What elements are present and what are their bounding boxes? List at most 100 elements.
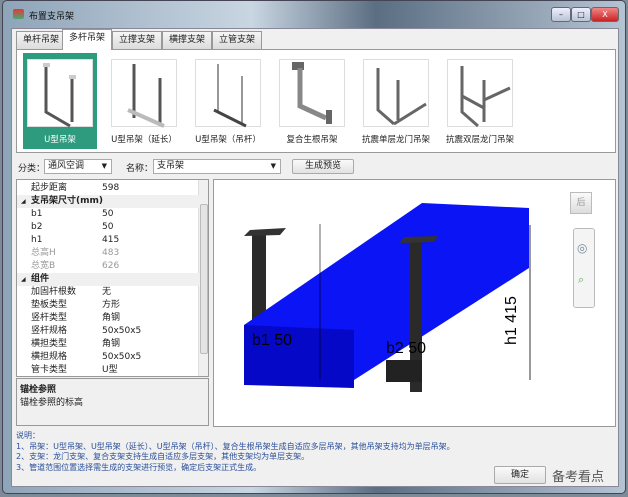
left-plate bbox=[244, 228, 286, 236]
name-select[interactable]: 支吊架 ▼ bbox=[153, 159, 281, 174]
gallery-item-label: 复合生根吊架 bbox=[286, 135, 338, 145]
property-key: 总宽B bbox=[31, 261, 56, 271]
property-scrollbar[interactable] bbox=[198, 180, 208, 376]
property-row[interactable]: 竖杆规格 50x50x5 bbox=[17, 325, 199, 338]
property-row[interactable]: b2 50 bbox=[17, 221, 199, 234]
scrollbar-thumb[interactable] bbox=[200, 204, 208, 354]
property-key: h1 bbox=[31, 235, 43, 245]
gallery-item-label: 抗震双层龙门吊架 bbox=[445, 135, 514, 145]
property-key: 竖杆规格 bbox=[31, 326, 68, 336]
title-bar[interactable]: 布置支吊架 – □ X bbox=[3, 1, 625, 27]
watermark: 备考看点 bbox=[552, 470, 605, 485]
collapse-triangle-icon[interactable]: ◢ bbox=[21, 195, 26, 208]
category-select[interactable]: 通风空调 ▼ bbox=[44, 159, 112, 174]
ok-button[interactable]: 确定 bbox=[494, 466, 546, 484]
preview-scene: b1 50 b2 50 h1 415 bbox=[244, 203, 531, 392]
description-text: 锚栓参照的标高 bbox=[20, 398, 84, 408]
category-label: 分类： bbox=[18, 164, 46, 174]
3d-preview-viewport[interactable]: b1 50 b2 50 h1 415 后 ◎ ⌕ bbox=[213, 179, 616, 427]
dim-h1: h1 415 bbox=[503, 296, 520, 345]
category-value: 通风空调 bbox=[48, 161, 85, 171]
gallery-item-label: U型吊架 bbox=[44, 135, 76, 145]
collapse-triangle-icon[interactable]: ◢ bbox=[21, 273, 26, 286]
window-title: 布置支吊架 bbox=[29, 12, 75, 22]
gallery-item-seismic-single-gantry[interactable]: 抗震单层龙门吊架 bbox=[359, 53, 433, 149]
property-row[interactable]: 总高H 483 bbox=[17, 247, 199, 260]
chevron-down-icon: ▼ bbox=[270, 162, 276, 170]
property-row[interactable]: 总宽B 626 bbox=[17, 260, 199, 273]
gallery-item-label: U型吊架（延长） bbox=[111, 135, 177, 145]
gallery-item-label: 抗震单层龙门吊架 bbox=[361, 135, 430, 145]
property-key: 管卡类型 bbox=[31, 365, 68, 375]
gallery-item-seismic-double-gantry[interactable]: 抗震双层龙门吊架 bbox=[443, 53, 517, 149]
maximize-button[interactable]: □ bbox=[571, 7, 591, 22]
property-value[interactable]: 50x50x5 bbox=[102, 351, 141, 364]
navigation-bar: ◎ ⌕ bbox=[573, 228, 595, 308]
property-value[interactable]: 方形 bbox=[102, 299, 120, 312]
property-row[interactable]: h1 415 bbox=[17, 234, 199, 247]
property-row[interactable]: b1 50 bbox=[17, 208, 199, 221]
dim-b2: b2 50 bbox=[386, 340, 426, 357]
hanger-gallery: U型吊架 U型吊架（延长） U型吊架（吊杆） 复合生根吊架 抗震单层龙门吊架 抗… bbox=[16, 49, 616, 153]
gallery-item-label: U型吊架（吊杆） bbox=[195, 135, 261, 145]
u-hanger-rod-thumbnail bbox=[195, 59, 261, 128]
property-key: 横担规格 bbox=[31, 352, 68, 362]
crossbar bbox=[386, 360, 422, 382]
tab-horizontal-brace[interactable]: 横撑支架 bbox=[162, 31, 213, 49]
property-key: 支吊架尺寸(mm) bbox=[31, 196, 103, 206]
property-row[interactable]: 垫板类型 方形 bbox=[17, 299, 199, 312]
steering-wheel-icon[interactable]: ◎ bbox=[577, 241, 587, 255]
tab-single-rod[interactable]: 单杆吊架 bbox=[16, 31, 67, 49]
property-value[interactable]: 598 bbox=[102, 182, 119, 195]
property-key: 加固杆根数 bbox=[31, 287, 77, 297]
property-value[interactable]: 483 bbox=[102, 247, 119, 260]
close-button[interactable]: X bbox=[591, 7, 619, 22]
gallery-item-u-hanger-rod[interactable]: U型吊架（吊杆） bbox=[191, 53, 265, 149]
name-label: 名称： bbox=[126, 164, 154, 174]
tab-riser-support[interactable]: 立管支架 bbox=[212, 31, 263, 49]
note-line: 2、支架：龙门支架、复合支架支持生成自适应多层支架，其他支架均为单层支架。 bbox=[16, 452, 310, 461]
property-key: 总高H bbox=[31, 248, 56, 258]
property-value[interactable]: 无 bbox=[102, 286, 111, 299]
chevron-down-icon: ▼ bbox=[101, 162, 107, 170]
property-key: 组件 bbox=[31, 274, 50, 284]
dialog-body: 单杆吊架 多杆吊架 立撑支架 横撑支架 立管支架 U型吊架 U型吊架（延长） U… bbox=[11, 28, 619, 487]
property-row[interactable]: 竖杆类型 角钢 bbox=[17, 312, 199, 325]
app-icon bbox=[13, 9, 24, 19]
tab-multi-rod[interactable]: 多杆吊架 bbox=[62, 29, 113, 50]
dim-b1: b1 50 bbox=[252, 332, 292, 349]
property-row[interactable]: 管卡类型 U型 bbox=[17, 364, 199, 376]
property-value[interactable]: 角钢 bbox=[102, 338, 120, 351]
generate-preview-button[interactable]: 生成预览 bbox=[292, 159, 354, 174]
dialog-window: 布置支吊架 – □ X 单杆吊架 多杆吊架 立撑支架 横撑支架 立管支架 U型吊… bbox=[2, 0, 626, 494]
gallery-item-composite-root[interactable]: 复合生根吊架 bbox=[275, 53, 349, 149]
composite-root-thumbnail bbox=[279, 59, 345, 127]
property-row[interactable]: 横担类型 角钢 bbox=[17, 338, 199, 351]
right-plate bbox=[400, 236, 438, 243]
property-row[interactable]: 起步距离 598 bbox=[17, 182, 199, 195]
viewcube[interactable]: 后 bbox=[570, 192, 592, 214]
property-row[interactable]: 加固杆根数 无 bbox=[17, 286, 199, 299]
gallery-item-u-hanger-extended[interactable]: U型吊架（延长） bbox=[107, 53, 181, 149]
property-value[interactable]: 50 bbox=[102, 221, 113, 234]
seismic-single-thumbnail bbox=[363, 59, 429, 127]
name-value: 支吊架 bbox=[157, 161, 185, 171]
minimize-button[interactable]: – bbox=[551, 7, 571, 22]
property-group[interactable]: ◢ 支吊架尺寸(mm) bbox=[17, 195, 199, 208]
property-value[interactable]: 角钢 bbox=[102, 312, 120, 325]
property-value[interactable]: 50x50x5 bbox=[102, 325, 141, 338]
property-value[interactable]: 415 bbox=[102, 234, 119, 247]
property-value[interactable]: U型 bbox=[102, 364, 118, 376]
gallery-item-u-hanger[interactable]: U型吊架 bbox=[23, 53, 97, 149]
property-value[interactable]: 50 bbox=[102, 208, 113, 221]
zoom-icon[interactable]: ⌕ bbox=[578, 273, 584, 287]
property-description: 锚栓参照 锚栓参照的标高 bbox=[16, 378, 209, 426]
property-group[interactable]: ◢ 组件 bbox=[17, 273, 199, 286]
seismic-double-thumbnail bbox=[447, 59, 513, 128]
property-value[interactable]: 626 bbox=[102, 260, 119, 273]
notes-title: 说明： bbox=[16, 431, 40, 440]
property-row[interactable]: 横担规格 50x50x5 bbox=[17, 351, 199, 364]
tab-vertical-brace[interactable]: 立撑支架 bbox=[112, 31, 163, 49]
filter-bar: 分类： 通风空调 ▼ 名称： 支吊架 ▼ 生成预览 bbox=[16, 157, 616, 177]
property-key: 起步距离 bbox=[31, 183, 68, 193]
